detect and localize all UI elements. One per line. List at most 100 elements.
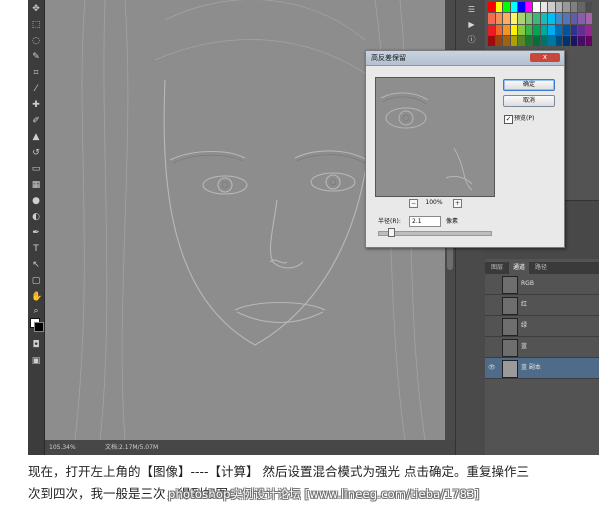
zoom-in-icon[interactable]: + — [453, 199, 462, 208]
cancel-button[interactable]: 取消 — [503, 95, 555, 107]
eye-icon[interactable] — [488, 280, 496, 288]
color-swatch[interactable] — [563, 13, 570, 24]
move-tool-icon[interactable]: ✥ — [31, 4, 41, 14]
tab-channels[interactable]: 通道 — [509, 262, 530, 274]
color-swatch[interactable] — [518, 24, 525, 35]
color-swatch[interactable] — [533, 24, 540, 35]
zoom-tool-icon[interactable]: ⌕ — [31, 306, 41, 316]
stamp-tool-icon[interactable]: ▲ — [31, 132, 41, 142]
color-swatch[interactable] — [540, 24, 547, 35]
pen-tool-icon[interactable]: ✒ — [31, 228, 41, 238]
color-swatch[interactable] — [510, 35, 517, 46]
color-swatch[interactable] — [570, 2, 577, 13]
actions-icon[interactable]: ▶ — [467, 20, 476, 29]
close-icon[interactable]: x — [530, 53, 560, 62]
color-swatch[interactable] — [533, 2, 540, 13]
color-swatch[interactable] — [518, 2, 525, 13]
color-swatch[interactable] — [563, 2, 570, 13]
color-swatch[interactable] — [510, 24, 517, 35]
blur-tool-icon[interactable]: ● — [31, 196, 41, 206]
color-swatch[interactable] — [548, 35, 555, 46]
quick-select-tool-icon[interactable]: ✎ — [31, 52, 41, 62]
swatches-panel[interactable] — [488, 2, 592, 46]
radius-input[interactable]: 2.1 — [409, 216, 441, 227]
color-swatch[interactable] — [540, 35, 547, 46]
color-swatch[interactable] — [548, 24, 555, 35]
history-brush-tool-icon[interactable]: ↺ — [31, 148, 41, 158]
filter-preview[interactable] — [375, 77, 495, 197]
color-swatch[interactable] — [503, 13, 510, 24]
eye-icon[interactable] — [488, 343, 496, 351]
color-swatch[interactable] — [578, 13, 585, 24]
color-swatch[interactable] — [495, 13, 502, 24]
healing-tool-icon[interactable]: ✚ — [31, 100, 41, 110]
color-swatch[interactable] — [578, 2, 585, 13]
color-swatch[interactable] — [525, 24, 532, 35]
eye-icon[interactable] — [488, 301, 496, 309]
color-swatch[interactable] — [495, 35, 502, 46]
color-swatch[interactable] — [570, 24, 577, 35]
eyedropper-tool-icon[interactable]: ⁄ — [31, 84, 41, 94]
color-swatch[interactable] — [533, 13, 540, 24]
color-swatch[interactable] — [518, 13, 525, 24]
color-swatch[interactable] — [555, 2, 562, 13]
color-swatch[interactable] — [503, 2, 510, 13]
color-swatch[interactable] — [488, 24, 495, 35]
quick-mask-icon[interactable]: ◘ — [31, 340, 41, 350]
eraser-tool-icon[interactable]: ▭ — [31, 164, 41, 174]
color-swatch[interactable] — [585, 13, 592, 24]
eye-icon[interactable] — [488, 322, 496, 330]
eye-icon[interactable]: 👁 — [488, 364, 496, 372]
channel-row[interactable]: 绿 — [485, 316, 599, 337]
color-swatch[interactable] — [518, 35, 525, 46]
color-swatch[interactable] — [488, 13, 495, 24]
crop-tool-icon[interactable]: ⌗ — [31, 68, 41, 78]
dialog-titlebar[interactable]: 高反差保留 x — [366, 51, 564, 66]
color-swatch[interactable] — [570, 13, 577, 24]
brush-tool-icon[interactable]: ✐ — [31, 116, 41, 126]
color-swatch[interactable] — [503, 35, 510, 46]
dodge-tool-icon[interactable]: ◐ — [31, 212, 41, 222]
color-swatch[interactable] — [488, 2, 495, 13]
color-swatch[interactable] — [510, 13, 517, 24]
shape-tool-icon[interactable]: ▢ — [31, 276, 41, 286]
color-swatch[interactable] — [525, 35, 532, 46]
color-swatch[interactable] — [555, 35, 562, 46]
channel-row[interactable]: 红 — [485, 295, 599, 316]
color-swatch[interactable] — [548, 2, 555, 13]
channel-row[interactable]: 蓝 — [485, 337, 599, 358]
color-swatch[interactable] — [525, 2, 532, 13]
color-swatch[interactable] — [495, 24, 502, 35]
zoom-readout[interactable]: 105.34% — [49, 440, 76, 455]
color-swatch[interactable] — [555, 24, 562, 35]
lasso-tool-icon[interactable]: ◌ — [31, 36, 41, 46]
radius-slider[interactable] — [378, 228, 492, 237]
type-tool-icon[interactable]: T — [31, 244, 41, 254]
color-swatch[interactable] — [540, 2, 547, 13]
history-icon[interactable]: ☰ — [467, 5, 476, 14]
color-swatch[interactable] — [585, 35, 592, 46]
color-swatch[interactable] — [570, 35, 577, 46]
channel-row[interactable]: RGB — [485, 274, 599, 295]
channel-row[interactable]: 👁 蓝 副本 — [485, 358, 599, 379]
preview-checkbox[interactable]: ✓ — [504, 115, 513, 124]
color-swatch[interactable] — [495, 2, 502, 13]
gradient-tool-icon[interactable]: ▦ — [31, 180, 41, 190]
color-swatch[interactable] — [525, 13, 532, 24]
color-swatch[interactable] — [578, 24, 585, 35]
color-swatch[interactable] — [563, 24, 570, 35]
color-swatch[interactable] — [585, 2, 592, 13]
color-swatch[interactable] — [510, 2, 517, 13]
color-swatch[interactable] — [540, 13, 547, 24]
color-swatch[interactable] — [555, 13, 562, 24]
tab-layers[interactable]: 图层 — [487, 262, 507, 274]
radius-slider-knob[interactable] — [388, 228, 396, 237]
screen-mode-icon[interactable]: ▣ — [31, 356, 41, 366]
marquee-tool-icon[interactable]: ⬚ — [31, 20, 41, 30]
color-swatch[interactable] — [488, 35, 495, 46]
zoom-out-icon[interactable]: − — [409, 199, 418, 208]
color-swatch[interactable] — [563, 35, 570, 46]
color-swatch[interactable] — [503, 24, 510, 35]
color-swatch[interactable] — [578, 35, 585, 46]
ok-button[interactable]: 确定 — [503, 79, 555, 91]
